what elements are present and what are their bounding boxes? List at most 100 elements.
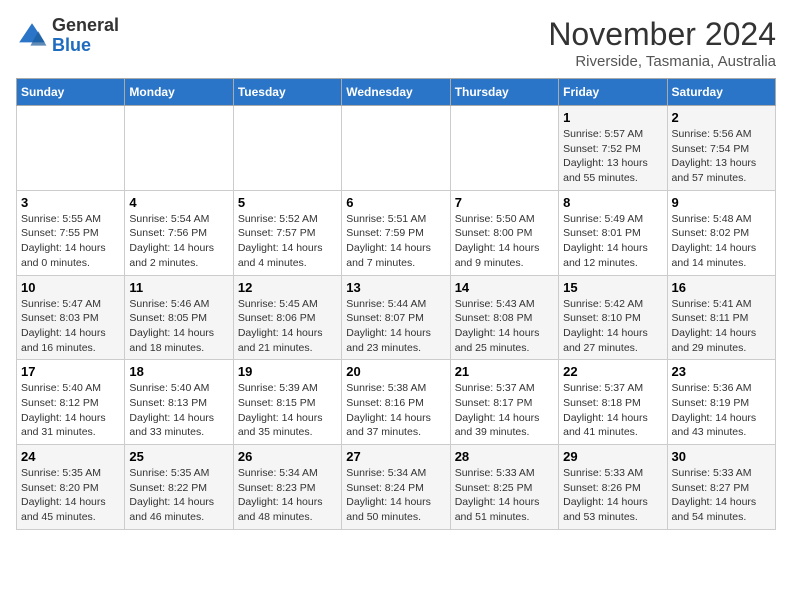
day-number: 26 [238, 449, 337, 464]
day-detail: Sunrise: 5:43 AM Sunset: 8:08 PM Dayligh… [455, 297, 554, 356]
month-title: November 2024 [548, 16, 776, 53]
calendar-cell [233, 106, 341, 191]
logo-icon [16, 20, 48, 52]
day-detail: Sunrise: 5:48 AM Sunset: 8:02 PM Dayligh… [672, 212, 771, 271]
day-number: 10 [21, 280, 120, 295]
calendar-cell [125, 106, 233, 191]
day-detail: Sunrise: 5:50 AM Sunset: 8:00 PM Dayligh… [455, 212, 554, 271]
weekday-header-monday: Monday [125, 79, 233, 106]
calendar-cell: 3Sunrise: 5:55 AM Sunset: 7:55 PM Daylig… [17, 190, 125, 275]
calendar-cell: 28 Sunrise: 5:33 AM Sunset: 8:25 PM Dayli… [450, 445, 558, 530]
day-number: 7 [455, 195, 554, 210]
day-detail: Sunrise: 5:40 AM Sunset: 8:12 PM Dayligh… [21, 381, 120, 440]
day-number: 21 [455, 364, 554, 379]
day-detail: Sunrise: 5:49 AM Sunset: 8:01 PM Dayligh… [563, 212, 662, 271]
logo: General Blue [16, 16, 119, 56]
calendar-cell: 26 Sunrise: 5:34 AM Sunset: 8:23 PM Dayli… [233, 445, 341, 530]
calendar-cell: 29Sunrise: 5:33 AM Sunset: 8:26 PM Dayli… [559, 445, 667, 530]
day-detail: Sunrise: 5:34 AM Sunset: 8:24 PM Dayligh… [346, 466, 445, 525]
calendar-cell: 16Sunrise: 5:41 AM Sunset: 8:11 PM Dayli… [667, 275, 775, 360]
day-detail: Sunrise: 5:36 AM Sunset: 8:19 PM Dayligh… [672, 381, 771, 440]
day-number: 24 [21, 449, 120, 464]
day-detail: Sunrise: 5:37 AM Sunset: 8:18 PM Dayligh… [563, 381, 662, 440]
calendar-week-row: 17 Sunrise: 5:40 AM Sunset: 8:12 PM Dayli… [17, 360, 776, 445]
calendar-cell: 4 Sunrise: 5:54 AM Sunset: 7:56 PM Daylig… [125, 190, 233, 275]
weekday-header-sunday: Sunday [17, 79, 125, 106]
day-detail: Sunrise: 5:37 AM Sunset: 8:17 PM Dayligh… [455, 381, 554, 440]
calendar-header: SundayMondayTuesdayWednesdayThursdayFrid… [17, 79, 776, 106]
calendar-cell: 30Sunrise: 5:33 AM Sunset: 8:27 PM Dayli… [667, 445, 775, 530]
calendar-cell: 7 Sunrise: 5:50 AM Sunset: 8:00 PM Daylig… [450, 190, 558, 275]
day-number: 11 [129, 280, 228, 295]
calendar-cell: 15Sunrise: 5:42 AM Sunset: 8:10 PM Dayli… [559, 275, 667, 360]
day-number: 28 [455, 449, 554, 464]
day-number: 2 [672, 110, 771, 125]
calendar-cell: 2 Sunrise: 5:56 AM Sunset: 7:54 PM Daylig… [667, 106, 775, 191]
logo-general: General [52, 15, 119, 35]
calendar-week-row: 10 Sunrise: 5:47 AM Sunset: 8:03 PM Dayli… [17, 275, 776, 360]
day-number: 17 [21, 364, 120, 379]
location: Riverside, Tasmania, Australia [548, 53, 776, 70]
day-detail: Sunrise: 5:35 AM Sunset: 8:22 PM Dayligh… [129, 466, 228, 525]
day-detail: Sunrise: 5:38 AM Sunset: 8:16 PM Dayligh… [346, 381, 445, 440]
day-detail: Sunrise: 5:34 AM Sunset: 8:23 PM Dayligh… [238, 466, 337, 525]
day-detail: Sunrise: 5:45 AM Sunset: 8:06 PM Dayligh… [238, 297, 337, 356]
page-header: General Blue November 2024 Riverside, Ta… [16, 16, 776, 70]
day-detail: Sunrise: 5:51 AM Sunset: 7:59 PM Dayligh… [346, 212, 445, 271]
calendar-cell: 21 Sunrise: 5:37 AM Sunset: 8:17 PM Dayli… [450, 360, 558, 445]
day-detail: Sunrise: 5:57 AM Sunset: 7:52 PM Dayligh… [563, 127, 662, 186]
day-number: 18 [129, 364, 228, 379]
calendar-cell: 12 Sunrise: 5:45 AM Sunset: 8:06 PM Dayli… [233, 275, 341, 360]
day-number: 6 [346, 195, 445, 210]
weekday-header-row: SundayMondayTuesdayWednesdayThursdayFrid… [17, 79, 776, 106]
day-detail: Sunrise: 5:56 AM Sunset: 7:54 PM Dayligh… [672, 127, 771, 186]
calendar-cell [17, 106, 125, 191]
calendar-cell: 22 Sunrise: 5:37 AM Sunset: 8:18 PM Dayli… [559, 360, 667, 445]
day-detail: Sunrise: 5:54 AM Sunset: 7:56 PM Dayligh… [129, 212, 228, 271]
day-detail: Sunrise: 5:52 AM Sunset: 7:57 PM Dayligh… [238, 212, 337, 271]
day-detail: Sunrise: 5:47 AM Sunset: 8:03 PM Dayligh… [21, 297, 120, 356]
calendar-cell: 1Sunrise: 5:57 AM Sunset: 7:52 PM Daylig… [559, 106, 667, 191]
day-number: 27 [346, 449, 445, 464]
calendar-cell [342, 106, 450, 191]
day-detail: Sunrise: 5:41 AM Sunset: 8:11 PM Dayligh… [672, 297, 771, 356]
calendar-cell: 24 Sunrise: 5:35 AM Sunset: 8:20 PM Dayli… [17, 445, 125, 530]
title-block: November 2024 Riverside, Tasmania, Austr… [548, 16, 776, 70]
weekday-header-thursday: Thursday [450, 79, 558, 106]
calendar-week-row: 1Sunrise: 5:57 AM Sunset: 7:52 PM Daylig… [17, 106, 776, 191]
day-detail: Sunrise: 5:33 AM Sunset: 8:26 PM Dayligh… [563, 466, 662, 525]
weekday-header-friday: Friday [559, 79, 667, 106]
calendar-week-row: 3Sunrise: 5:55 AM Sunset: 7:55 PM Daylig… [17, 190, 776, 275]
day-number: 22 [563, 364, 662, 379]
logo-text: General Blue [52, 16, 119, 56]
day-number: 12 [238, 280, 337, 295]
weekday-header-wednesday: Wednesday [342, 79, 450, 106]
calendar-cell: 6 Sunrise: 5:51 AM Sunset: 7:59 PM Daylig… [342, 190, 450, 275]
calendar-cell [450, 106, 558, 191]
calendar-body: 1Sunrise: 5:57 AM Sunset: 7:52 PM Daylig… [17, 106, 776, 530]
day-number: 13 [346, 280, 445, 295]
day-detail: Sunrise: 5:55 AM Sunset: 7:55 PM Dayligh… [21, 212, 120, 271]
calendar-cell: 13 Sunrise: 5:44 AM Sunset: 8:07 PM Dayli… [342, 275, 450, 360]
day-detail: Sunrise: 5:40 AM Sunset: 8:13 PM Dayligh… [129, 381, 228, 440]
calendar-cell: 19Sunrise: 5:39 AM Sunset: 8:15 PM Dayli… [233, 360, 341, 445]
calendar-cell: 5 Sunrise: 5:52 AM Sunset: 7:57 PM Daylig… [233, 190, 341, 275]
day-number: 20 [346, 364, 445, 379]
weekday-header-saturday: Saturday [667, 79, 775, 106]
day-number: 23 [672, 364, 771, 379]
calendar-cell: 11Sunrise: 5:46 AM Sunset: 8:05 PM Dayli… [125, 275, 233, 360]
calendar-table: SundayMondayTuesdayWednesdayThursdayFrid… [16, 78, 776, 530]
day-number: 5 [238, 195, 337, 210]
day-number: 4 [129, 195, 228, 210]
day-number: 30 [672, 449, 771, 464]
calendar-cell: 10 Sunrise: 5:47 AM Sunset: 8:03 PM Dayli… [17, 275, 125, 360]
day-detail: Sunrise: 5:33 AM Sunset: 8:25 PM Dayligh… [455, 466, 554, 525]
day-number: 14 [455, 280, 554, 295]
day-number: 25 [129, 449, 228, 464]
day-number: 9 [672, 195, 771, 210]
day-number: 8 [563, 195, 662, 210]
day-detail: Sunrise: 5:44 AM Sunset: 8:07 PM Dayligh… [346, 297, 445, 356]
day-detail: Sunrise: 5:35 AM Sunset: 8:20 PM Dayligh… [21, 466, 120, 525]
calendar-cell: 20 Sunrise: 5:38 AM Sunset: 8:16 PM Dayli… [342, 360, 450, 445]
calendar-cell: 17 Sunrise: 5:40 AM Sunset: 8:12 PM Dayli… [17, 360, 125, 445]
